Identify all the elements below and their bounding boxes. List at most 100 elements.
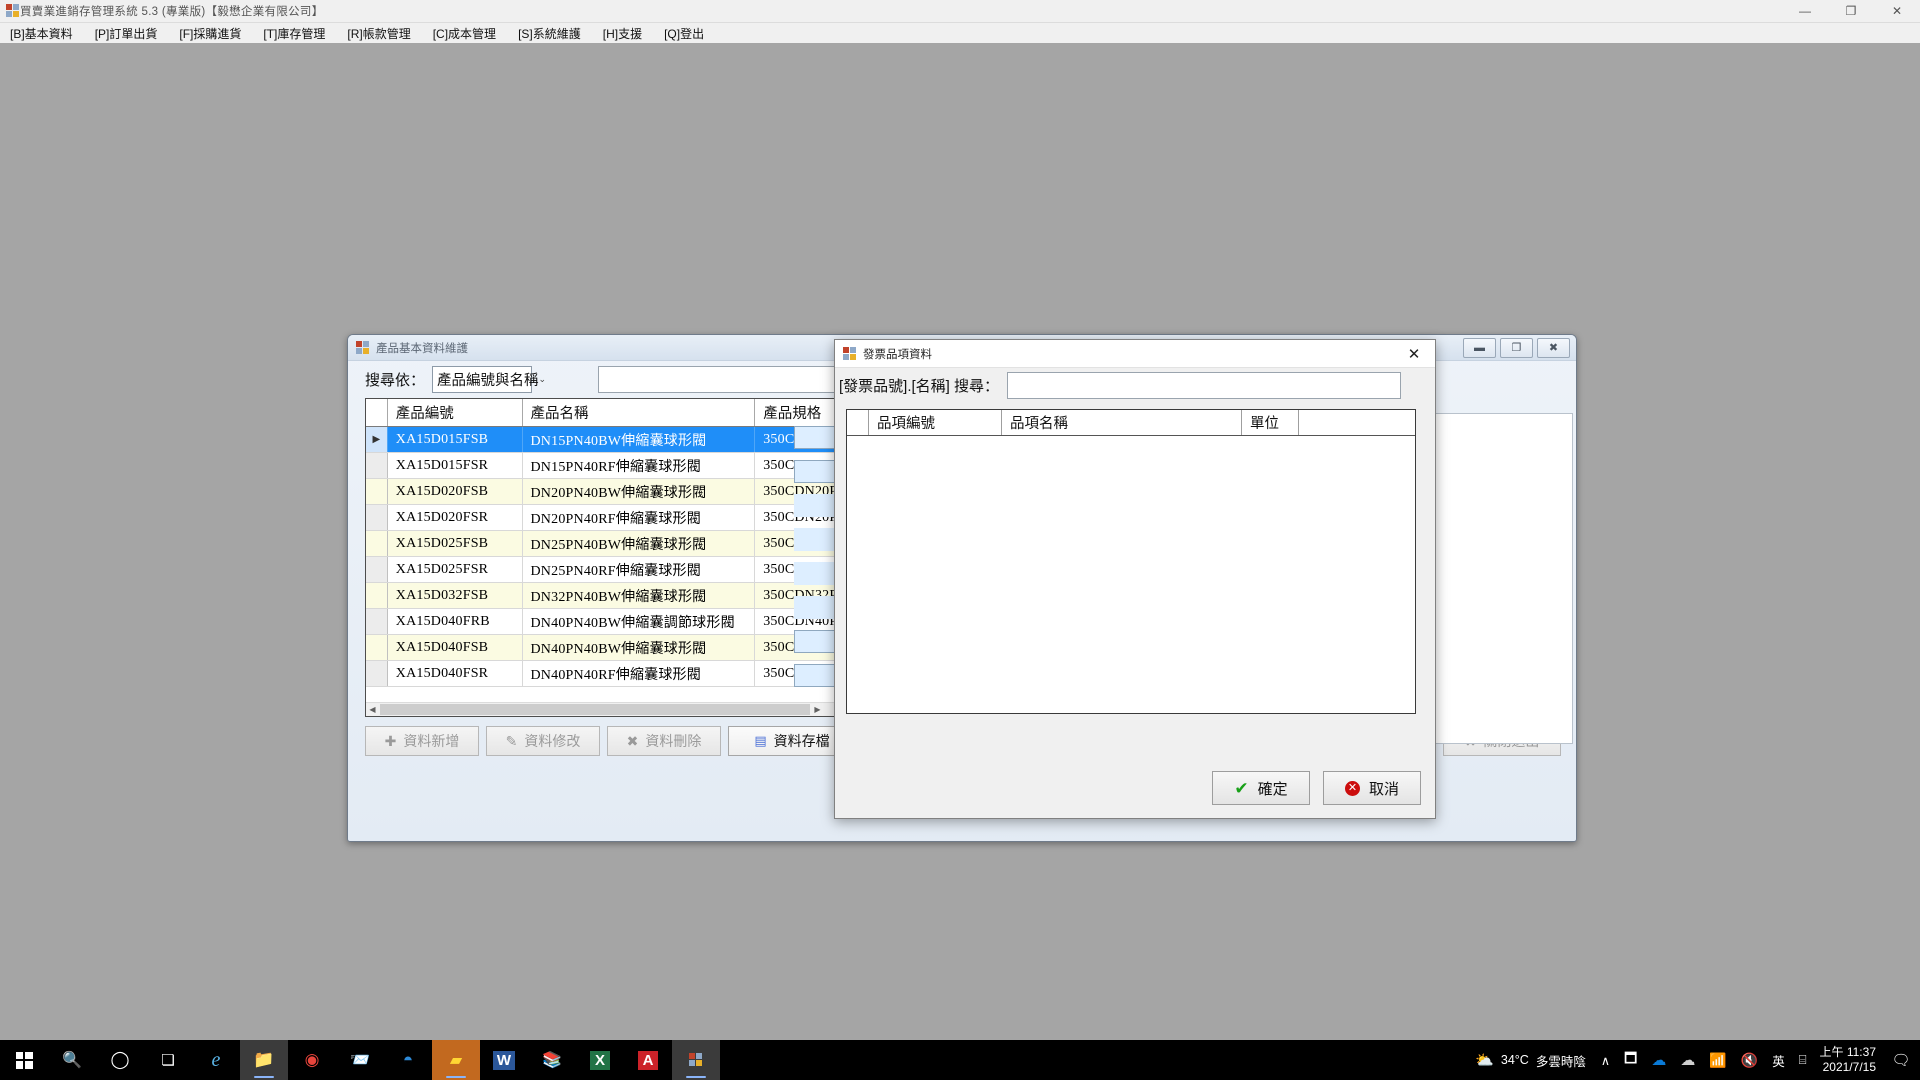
- cell-product-name[interactable]: DN40PN40RF伸縮囊球形閥: [523, 661, 756, 686]
- scroll-left-icon[interactable]: ◀: [366, 704, 379, 716]
- dialog-cancel-button[interactable]: ✕ 取消: [1323, 771, 1421, 805]
- cell-product-name[interactable]: DN32PN40BW伸縮囊球形閥: [522, 583, 756, 608]
- child-close-button[interactable]: ✖: [1537, 337, 1570, 358]
- child-maximize-button[interactable]: ❐: [1500, 337, 1533, 358]
- cell-product-code[interactable]: XA15D040FSB: [387, 635, 523, 660]
- cell-product-code[interactable]: XA15D020FSR: [388, 505, 523, 530]
- cell-product-code[interactable]: XA15D015FSR: [388, 453, 523, 478]
- scrollbar-thumb[interactable]: [380, 704, 810, 715]
- menu-item-basic-data[interactable]: [B]基本資料: [8, 23, 84, 44]
- ime-mode-icon[interactable]: ⌸: [1792, 1040, 1814, 1080]
- column-header-product-name[interactable]: 產品名稱: [523, 399, 756, 426]
- internet-explorer-icon: e: [211, 1048, 221, 1071]
- row-selector-cell[interactable]: [366, 557, 388, 582]
- task-view-button[interactable]: ❏: [144, 1040, 192, 1080]
- search-button[interactable]: 🔍: [48, 1040, 96, 1080]
- network-icon[interactable]: 📶: [1702, 1040, 1733, 1080]
- cloud-sync-icon[interactable]: ☁: [1673, 1040, 1702, 1080]
- taskbar-clock[interactable]: 上午 11:37 2021/7/15: [1814, 1040, 1886, 1080]
- dialog-search-input[interactable]: [1007, 371, 1402, 399]
- menu-item-support[interactable]: [H]支援: [601, 23, 653, 44]
- column-header-product-code[interactable]: 產品編號: [388, 399, 523, 426]
- menu-item-orders[interactable]: [P]訂單出貨: [93, 23, 169, 44]
- onedrive-icon[interactable]: ☁: [1644, 1040, 1673, 1080]
- row-selector-cell[interactable]: [366, 505, 388, 530]
- add-record-button[interactable]: ✚ 資料新增: [365, 726, 479, 756]
- column-header-item-unit[interactable]: 單位: [1242, 410, 1299, 435]
- row-selector-cell[interactable]: [366, 635, 388, 660]
- dialog-close-button[interactable]: ✕: [1393, 340, 1435, 367]
- delete-record-button[interactable]: ✖ 資料刪除: [607, 726, 721, 756]
- menu-item-purchasing[interactable]: [F]採購進貨: [177, 23, 252, 44]
- row-selector-cell[interactable]: [366, 583, 388, 608]
- start-button[interactable]: [0, 1040, 48, 1080]
- column-header-item-name[interactable]: 品項名稱: [1002, 410, 1242, 435]
- cell-product-name[interactable]: DN15PN40RF伸縮囊球形閥: [523, 453, 756, 478]
- cell-product-name[interactable]: DN40PN40BW伸縮囊調節球形閥: [523, 609, 756, 634]
- cortana-button[interactable]: ◯: [96, 1040, 144, 1080]
- menu-item-system[interactable]: [S]系統維護: [516, 23, 592, 44]
- child-minimize-button[interactable]: ▬: [1463, 337, 1496, 358]
- row-selector-cell[interactable]: [366, 609, 388, 634]
- app-minimize-button[interactable]: —: [1782, 0, 1828, 22]
- row-selector-cell[interactable]: [366, 479, 388, 504]
- search-field-select[interactable]: 產品編號與名稱 ⌄: [432, 365, 546, 393]
- show-hidden-icons-button[interactable]: ∧: [1594, 1040, 1617, 1080]
- taskbar-mail[interactable]: 📨: [336, 1040, 384, 1080]
- taskbar-internet-explorer[interactable]: e: [192, 1040, 240, 1080]
- scroll-right-icon[interactable]: ▶: [811, 704, 824, 716]
- taskbar-excel[interactable]: X: [576, 1040, 624, 1080]
- menu-item-accounts[interactable]: [R]帳款管理: [345, 23, 421, 44]
- weather-condition: 多雲時陰: [1535, 1054, 1586, 1069]
- cell-product-code[interactable]: XA15D025FSR: [388, 557, 523, 582]
- child-window-controls: ▬ ❐ ✖: [1463, 337, 1576, 358]
- menu-item-inventory[interactable]: [T]庫存管理: [261, 23, 336, 44]
- edge-icon: ◓: [402, 1050, 414, 1069]
- taskbar-chrome[interactable]: ◉: [288, 1040, 336, 1080]
- cell-product-name[interactable]: DN20PN40BW伸縮囊球形閥: [522, 479, 756, 504]
- chevron-down-icon: ⌄: [538, 373, 547, 384]
- acrobat-icon: A: [637, 1050, 659, 1070]
- weather-widget[interactable]: ⛅ 34°C 多雲時陰: [1467, 1040, 1594, 1080]
- taskbar-books[interactable]: 📚: [528, 1040, 576, 1080]
- taskbar-edge[interactable]: ◓: [384, 1040, 432, 1080]
- cell-product-name[interactable]: DN20PN40RF伸縮囊球形閥: [523, 505, 756, 530]
- cell-product-name[interactable]: DN40PN40BW伸縮囊球形閥: [522, 635, 756, 660]
- invoice-item-grid[interactable]: 品項編號 品項名稱 單位: [846, 409, 1416, 714]
- clock-date: 2021/7/15: [1822, 1060, 1876, 1074]
- running-underline: [686, 1076, 706, 1078]
- edit-record-button[interactable]: ✎ 資料修改: [486, 726, 600, 756]
- meet-now-icon[interactable]: 🗖: [1617, 1040, 1644, 1080]
- cross-icon: ✖: [626, 732, 639, 749]
- cell-product-name[interactable]: DN15PN40BW伸縮囊球形閥: [522, 427, 756, 452]
- cell-product-code[interactable]: XA15D032FSB: [387, 583, 523, 608]
- volume-muted-icon[interactable]: 🔇: [1734, 1040, 1765, 1080]
- taskbar-notepad[interactable]: ▰: [432, 1040, 480, 1080]
- cell-product-code[interactable]: XA15D040FSR: [388, 661, 523, 686]
- row-selector-cell[interactable]: ▶: [366, 427, 388, 452]
- action-center-button[interactable]: 🗨: [1886, 1040, 1916, 1080]
- cell-product-code[interactable]: XA15D020FSB: [387, 479, 523, 504]
- row-selector-cell[interactable]: [366, 453, 388, 478]
- menu-item-logout[interactable]: [Q]登出: [662, 23, 715, 44]
- app-menubar: [B]基本資料 [P]訂單出貨 [F]採購進貨 [T]庫存管理 [R]帳款管理 …: [0, 23, 1920, 45]
- taskbar-file-explorer[interactable]: 📁: [240, 1040, 288, 1080]
- input-language-indicator[interactable]: 英: [1765, 1040, 1792, 1080]
- taskbar-tray: ⛅ 34°C 多雲時陰 ∧ 🗖 ☁ ☁ 📶 🔇 英 ⌸ 上午 11:37 202…: [1467, 1040, 1920, 1080]
- cell-product-code[interactable]: XA15D015FSB: [387, 427, 523, 452]
- taskbar-acrobat[interactable]: A: [624, 1040, 672, 1080]
- row-selector-cell[interactable]: [366, 661, 388, 686]
- cell-product-name[interactable]: DN25PN40RF伸縮囊球形閥: [523, 557, 756, 582]
- cell-product-code[interactable]: XA15D040FRB: [388, 609, 523, 634]
- dialog-ok-button[interactable]: ✔ 確定: [1212, 771, 1310, 805]
- taskbar-word[interactable]: W: [480, 1040, 528, 1080]
- column-header-item-code[interactable]: 品項編號: [869, 410, 1002, 435]
- app-restore-button[interactable]: ❐: [1828, 0, 1874, 22]
- cell-product-name[interactable]: DN25PN40BW伸縮囊球形閥: [522, 531, 756, 556]
- taskbar-erp-app[interactable]: [672, 1040, 720, 1080]
- row-selector-cell[interactable]: [366, 531, 388, 556]
- cell-product-code[interactable]: XA15D025FSB: [387, 531, 523, 556]
- menu-item-cost[interactable]: [C]成本管理: [431, 23, 507, 44]
- windows-taskbar: 🔍 ◯ ❏ e 📁 ◉ 📨 ◓ ▰ W 📚 X A ⛅ 34°C 多雲時陰 ∧ …: [0, 1040, 1920, 1080]
- app-close-button[interactable]: ✕: [1874, 0, 1920, 22]
